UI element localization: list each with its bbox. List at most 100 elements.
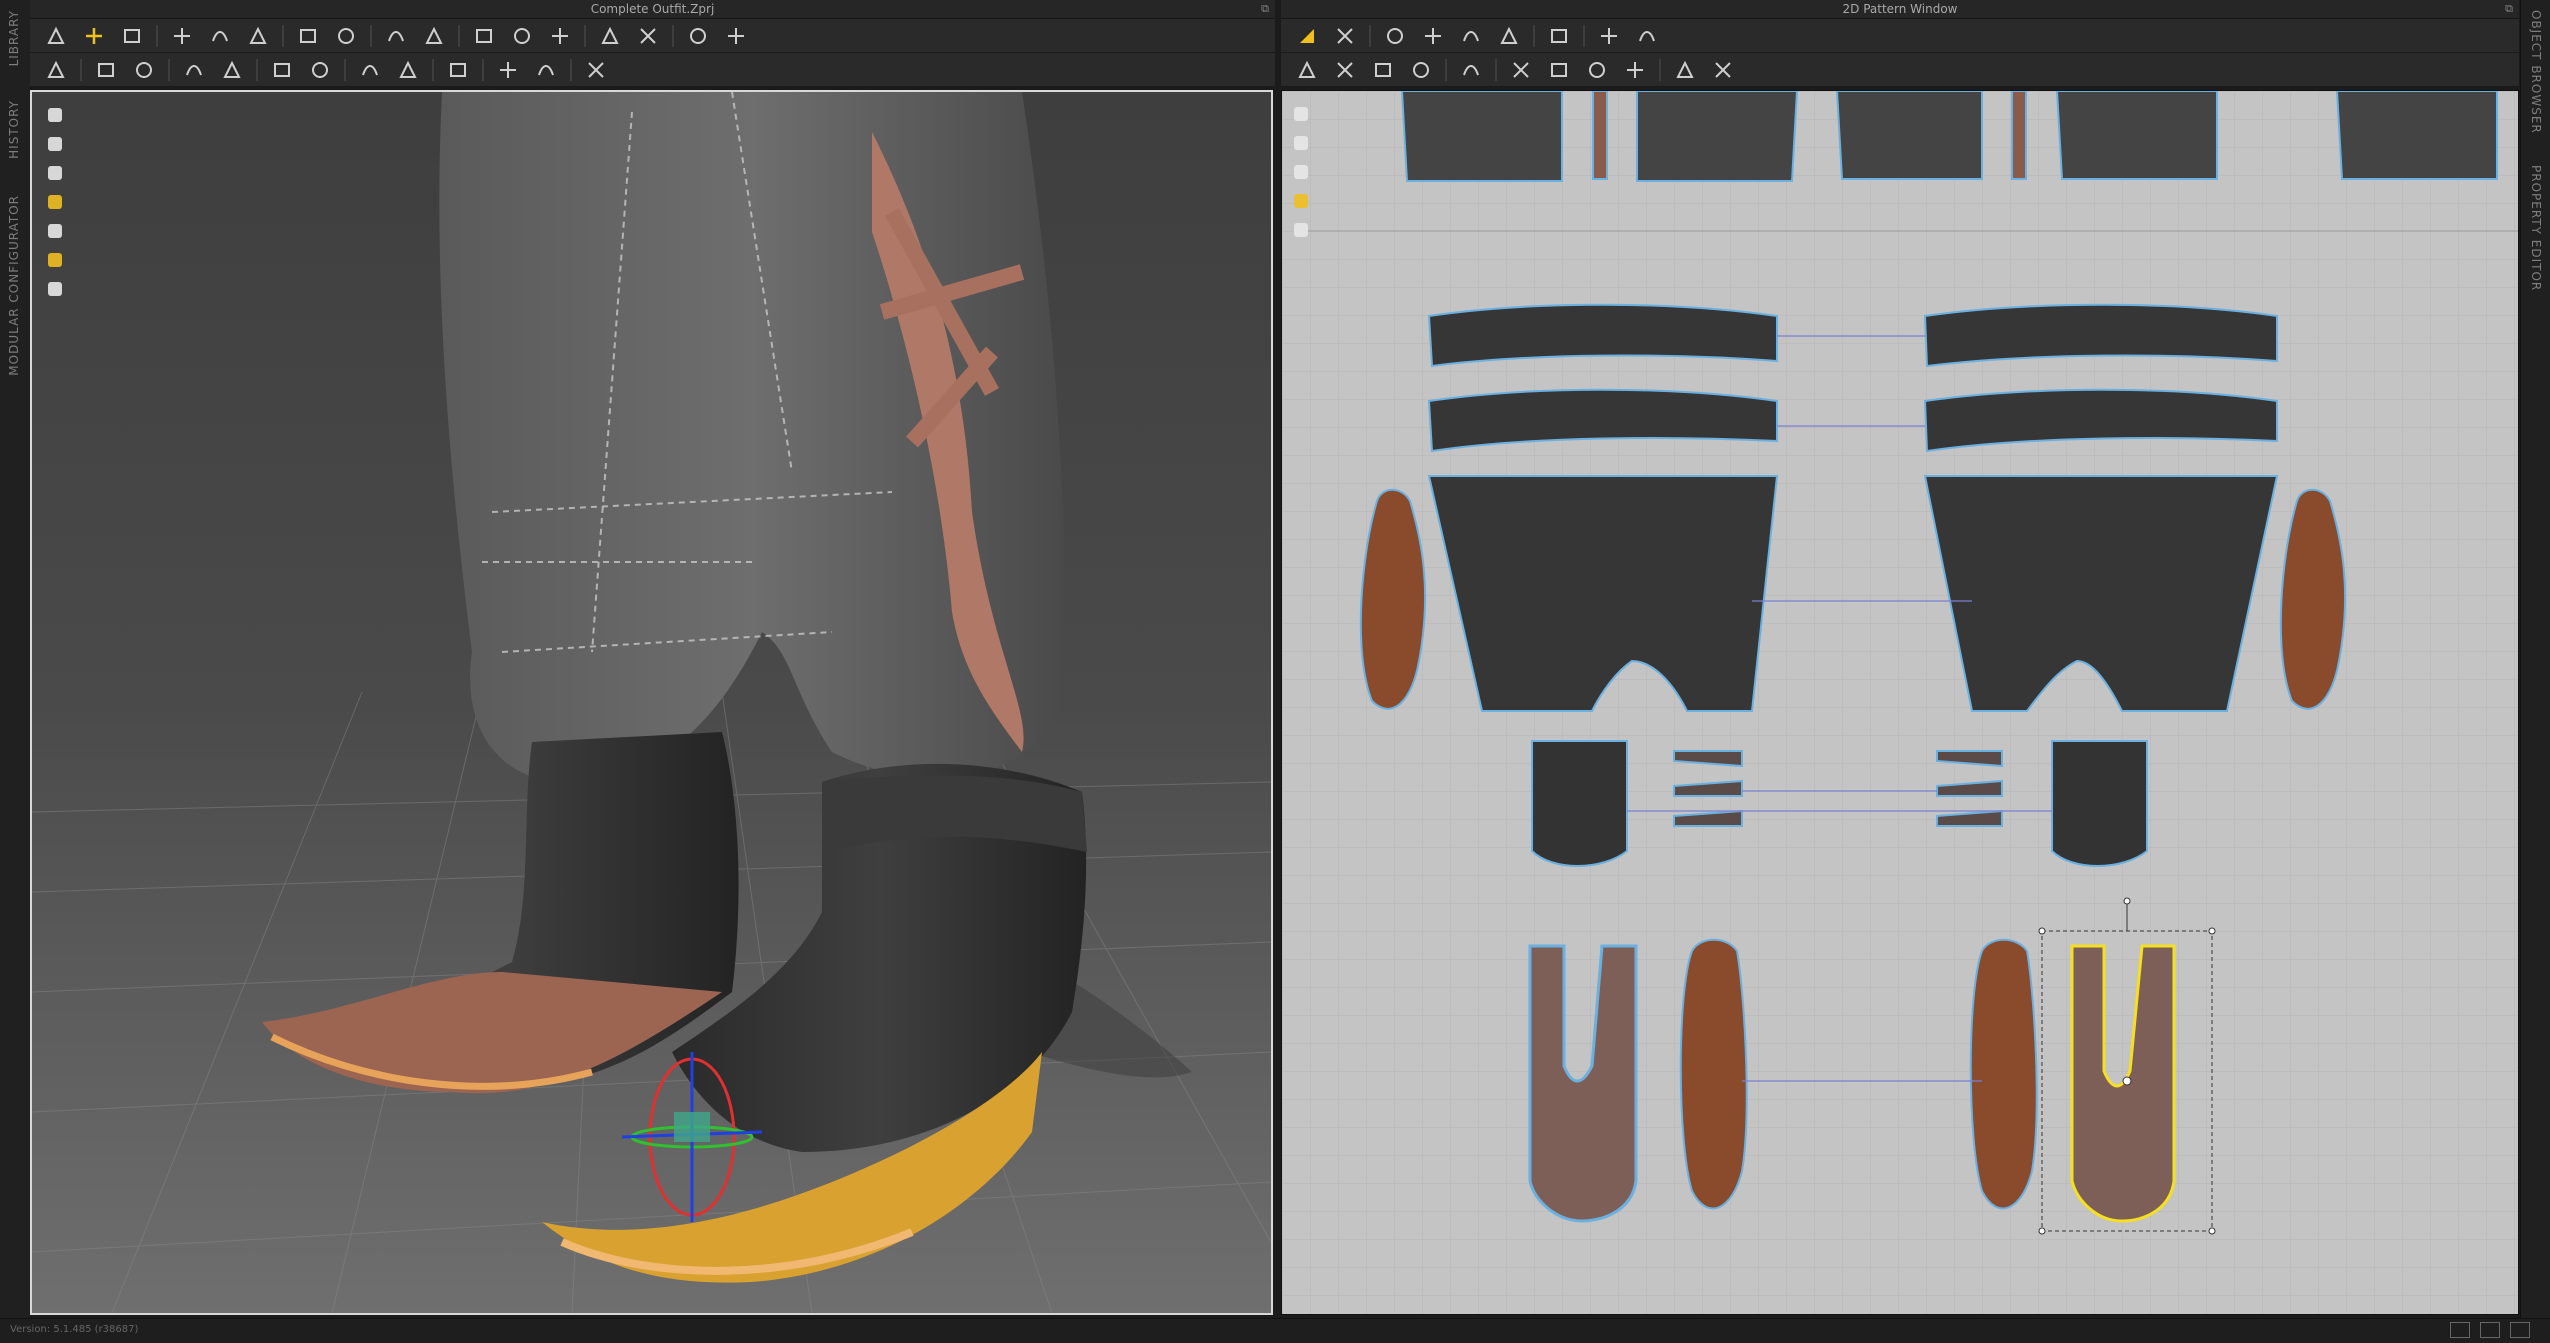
mesh-2d-icon[interactable] [1631,22,1663,50]
window-2d-expand-icon[interactable]: ⧉ [2505,2,2513,16]
modular-configurator-tab[interactable]: MODULAR CONFIGURATOR [7,195,21,376]
select-mesh-icon[interactable] [116,22,148,50]
texture-view-icon[interactable] [42,131,68,157]
avatar-face-icon[interactable] [42,247,68,273]
color-tool-icon[interactable] [1288,188,1314,214]
piping-icon[interactable] [530,56,562,84]
cut-icon[interactable] [216,56,248,84]
scene-3d[interactable] [32,92,1271,1313]
window-3d-expand-icon[interactable]: ⧉ [1261,2,1269,16]
garment-icon[interactable] [544,22,576,50]
free-sewing-icon[interactable] [1543,56,1575,84]
property-editor-tab[interactable]: PROPERTY EDITOR [2529,165,2543,291]
toolbar-separator [1583,24,1585,47]
version-text: Version: 5.1.485 (r38687) [10,1324,139,1335]
toolbar-separator [256,58,258,81]
toolbar-2d-row2 [1281,53,2519,87]
viewport-2d-tools [1288,101,1314,246]
pattern-view-icon[interactable] [42,189,68,215]
layout-quad-icon[interactable] [2510,1322,2530,1338]
fold-arrange-icon[interactable] [1455,56,1487,84]
puckering-icon[interactable] [632,22,664,50]
viewport-3d[interactable] [30,90,1273,1315]
transform-pin-icon[interactable] [128,56,160,84]
toolbar-separator [482,58,484,81]
info-tool-icon[interactable] [1288,159,1314,185]
toolbar-3d-row2 [30,53,1275,87]
avatar-measure-icon[interactable] [506,22,538,50]
grid-2d-icon[interactable] [1593,22,1625,50]
library-tab[interactable]: LIBRARY [7,10,21,66]
sewing-line-icon[interactable] [1543,22,1575,50]
segment-line-icon[interactable] [292,22,324,50]
window-2d-title: 2D Pattern Window [1281,0,2519,19]
hide-tool-icon[interactable] [1288,217,1314,243]
simulate-icon[interactable] [40,22,72,50]
select-tool-icon[interactable] [1288,130,1314,156]
edit-curve-icon[interactable] [204,22,236,50]
sewing-icon[interactable] [380,22,412,50]
polygon-icon[interactable] [1379,22,1411,50]
rectangle-icon[interactable] [1417,22,1449,50]
mesh-grid-icon[interactable] [720,22,752,50]
measure-icon[interactable] [178,56,210,84]
edit-point-2d-icon[interactable] [1367,56,1399,84]
pen-tool-icon[interactable] [1288,101,1314,127]
pattern-grid [1282,91,2518,1314]
toolbar-separator [672,24,674,47]
edit-pattern-icon[interactable] [166,22,198,50]
edit-point-icon[interactable] [242,22,274,50]
dart-icon[interactable] [1619,56,1651,84]
select-pin-icon[interactable] [90,56,122,84]
sphere-view-icon[interactable] [42,276,68,302]
pattern-canvas[interactable] [1282,91,2519,1315]
transform-pattern-icon[interactable] [1291,22,1323,50]
layout-single-icon[interactable] [2450,1322,2470,1338]
toolbar-2d-row1 [1281,19,2519,53]
toolbar-separator [1445,58,1447,81]
status-bar: Version: 5.1.485 (r38687) [0,1318,2550,1343]
measure-line-icon[interactable] [1707,56,1739,84]
layout-split-icon[interactable] [2480,1322,2500,1338]
zipper-icon[interactable] [492,56,524,84]
buttonhole-icon[interactable] [392,56,424,84]
window-3d-title: Complete Outfit.Zprj [30,0,1275,19]
mesh-sewing-icon[interactable] [1581,56,1613,84]
left-side-panel: LIBRARY HISTORY MODULAR CONFIGURATOR [0,0,31,1318]
left-shoe[interactable] [262,972,722,1094]
multi-sewing-icon[interactable] [418,22,450,50]
circle-icon[interactable] [1455,22,1487,50]
tuck-icon[interactable] [594,22,626,50]
garment-view-icon[interactable] [42,102,68,128]
flat-view-icon[interactable] [42,218,68,244]
pants-mesh[interactable] [439,92,1065,783]
viewport-2d[interactable] [1281,90,2519,1315]
ruler-icon[interactable] [1669,56,1701,84]
window-3d: Complete Outfit.Zprj ⧉ [30,0,1275,87]
edit-curve-2d-icon[interactable] [1329,56,1361,84]
toolbar-separator [458,24,460,47]
curve-point-icon[interactable] [1405,56,1437,84]
avatar-view-icon[interactable] [42,160,68,186]
segment-sewing-icon[interactable] [1505,56,1537,84]
pin-icon[interactable] [468,22,500,50]
gizmo-icon[interactable] [580,56,612,84]
history-tab[interactable]: HISTORY [7,100,21,159]
object-browser-tab[interactable]: OBJECT BROWSER [2529,10,2543,134]
toolbar-separator [282,24,284,47]
strengthen-icon[interactable] [266,56,298,84]
button-icon[interactable] [354,56,386,84]
edit-pattern-2d-icon[interactable] [1291,56,1323,84]
trim-icon[interactable] [442,56,474,84]
fold-icon[interactable] [330,22,362,50]
toolbar-separator [168,58,170,81]
move-icon[interactable] [78,22,110,50]
internal-icon[interactable] [1493,22,1525,50]
avatar-pose-icon[interactable] [40,56,72,84]
toolbar-separator [570,58,572,81]
grid-icon[interactable] [682,22,714,50]
edit-segment-icon[interactable] [1329,22,1361,50]
toolbar-separator [584,24,586,47]
wrinkle-icon[interactable] [304,56,336,84]
right-side-panel: OBJECT BROWSER PROPERTY EDITOR [2520,0,2550,1318]
